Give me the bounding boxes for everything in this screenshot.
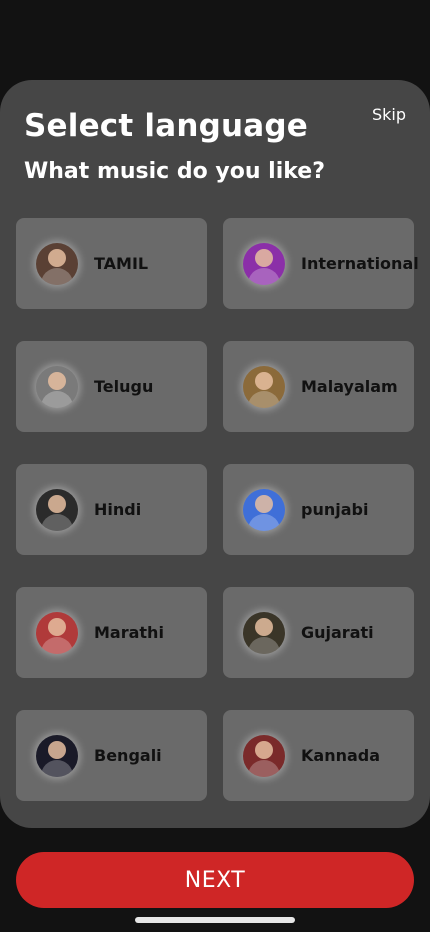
language-label: Hindi (94, 500, 142, 519)
artist-avatar (36, 488, 78, 531)
artist-avatar (243, 242, 285, 285)
artist-avatar (243, 611, 285, 654)
language-card-marathi[interactable]: Marathi (16, 587, 207, 678)
language-card-international[interactable]: International (223, 218, 419, 309)
page-subtitle: What music do you like? (24, 159, 325, 184)
language-card-telugu[interactable]: Telugu (16, 341, 207, 432)
language-label: International (301, 254, 419, 273)
language-card-gujarati[interactable]: Gujarati (223, 587, 414, 678)
language-label: Telugu (94, 377, 154, 396)
language-card-hindi[interactable]: Hindi (16, 464, 207, 555)
language-label: Bengali (94, 746, 162, 765)
artist-avatar (243, 365, 285, 408)
artist-avatar (36, 734, 78, 777)
language-label: Malayalam (301, 377, 398, 396)
artist-avatar (243, 734, 285, 777)
language-card-kannada[interactable]: Kannada (223, 710, 414, 801)
skip-button[interactable]: Skip (372, 104, 406, 126)
artist-avatar (36, 242, 78, 285)
language-sheet: Select language Skip What music do you l… (0, 80, 430, 828)
language-label: punjabi (301, 500, 369, 519)
language-label: Gujarati (301, 623, 374, 642)
language-card-bengali[interactable]: Bengali (16, 710, 207, 801)
language-card-malayalam[interactable]: Malayalam (223, 341, 414, 432)
artist-avatar (36, 365, 78, 408)
page-title: Select language (24, 108, 308, 144)
language-grid: TAMIL International Telugu Malayalam Hin… (16, 218, 419, 801)
language-card-tamil[interactable]: TAMIL (16, 218, 207, 309)
language-label: Kannada (301, 746, 381, 765)
language-label: Marathi (94, 623, 164, 642)
next-button[interactable]: NEXT (16, 852, 414, 908)
artist-avatar (36, 611, 78, 654)
artist-avatar (243, 488, 285, 531)
home-indicator (135, 917, 295, 923)
language-label: TAMIL (94, 254, 149, 273)
language-card-punjabi[interactable]: punjabi (223, 464, 414, 555)
